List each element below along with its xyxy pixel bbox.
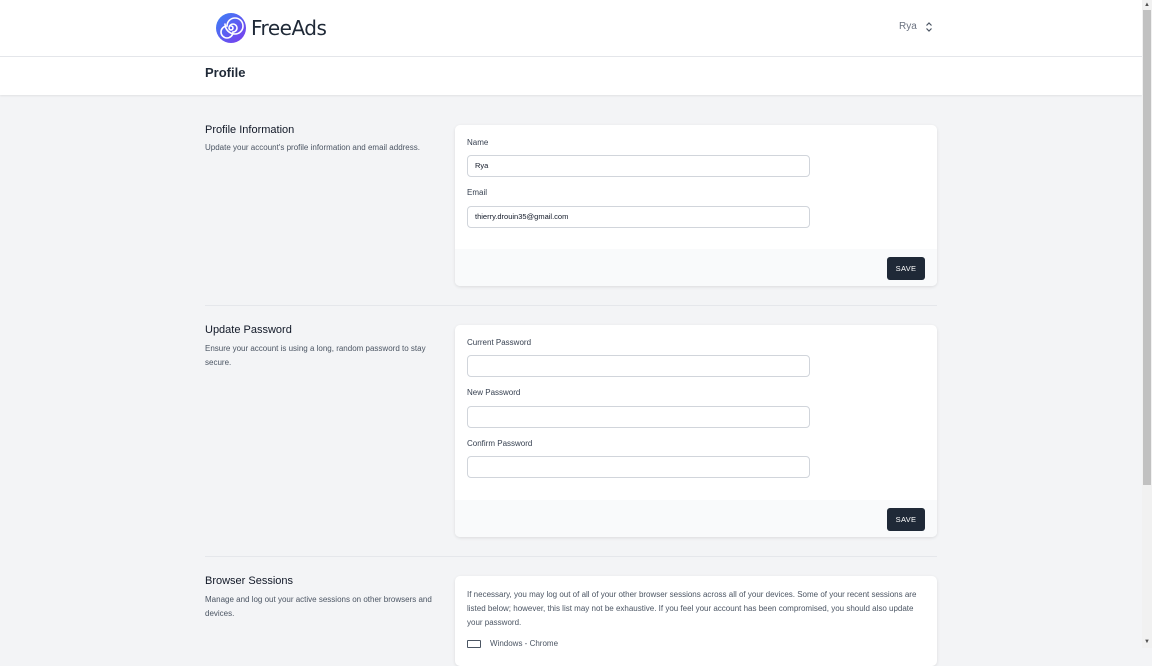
current-password-input[interactable]: [467, 355, 810, 377]
browser-sessions-card: If necessary, you may log out of all of …: [455, 576, 937, 666]
save-profile-button[interactable]: SAVE: [887, 257, 925, 280]
section-divider: [205, 556, 937, 557]
browser-sessions-title: Browser Sessions: [205, 575, 294, 587]
session-label: Windows - Chrome: [490, 639, 559, 648]
profile-info-title: Profile Information: [205, 124, 295, 136]
monitor-icon: [467, 639, 481, 648]
current-password-label: Current Password: [467, 338, 532, 347]
new-password-input[interactable]: [467, 406, 810, 428]
update-password-footer: SAVE: [455, 500, 937, 537]
user-name: Rya: [899, 21, 917, 32]
update-password-card: Current Password New Password Confirm Pa…: [455, 325, 937, 537]
browser-sessions-info: If necessary, you may log out of all of …: [467, 590, 917, 627]
chevron-up-down-icon: [925, 21, 932, 32]
app-logo[interactable]: FreeAds: [215, 12, 327, 44]
new-password-label: New Password: [467, 388, 521, 397]
update-password-description: Ensure your account is using a long, ran…: [205, 344, 426, 367]
scrollbar-thumb[interactable]: [1143, 10, 1151, 485]
spiral-logo-icon: [216, 13, 246, 43]
profile-info-footer: SAVE: [455, 249, 937, 286]
update-password-title: Update Password: [205, 324, 292, 336]
page-header: Profile: [0, 57, 1142, 95]
confirm-password-label: Confirm Password: [467, 439, 533, 448]
scroll-up-arrow-icon[interactable]: ▲: [1144, 1, 1150, 9]
page-title: Profile: [205, 65, 246, 80]
email-label: Email: [467, 188, 488, 197]
browser-sessions-description: Manage and log out your active sessions …: [205, 595, 432, 618]
name-input[interactable]: Rya: [467, 155, 810, 177]
profile-info-card: Name Rya Email thierry.drouin35@gmail.co…: [455, 125, 937, 286]
confirm-password-input[interactable]: [467, 456, 810, 478]
page-scrollbar[interactable]: ▲ ▼: [1142, 0, 1152, 648]
save-password-button[interactable]: SAVE: [887, 508, 925, 531]
section-divider: [205, 305, 937, 306]
user-menu-dropdown[interactable]: Rya: [899, 21, 933, 32]
app-name: FreeAds: [251, 16, 327, 40]
profile-info-description: Update your account's profile informatio…: [205, 143, 420, 152]
top-navbar: FreeAds Rya: [0, 0, 1142, 57]
scroll-down-arrow-icon[interactable]: ▼: [1144, 638, 1150, 646]
name-label: Name: [467, 138, 489, 147]
email-input[interactable]: thierry.drouin35@gmail.com: [467, 206, 810, 228]
session-item: Windows - Chrome: [467, 639, 558, 648]
